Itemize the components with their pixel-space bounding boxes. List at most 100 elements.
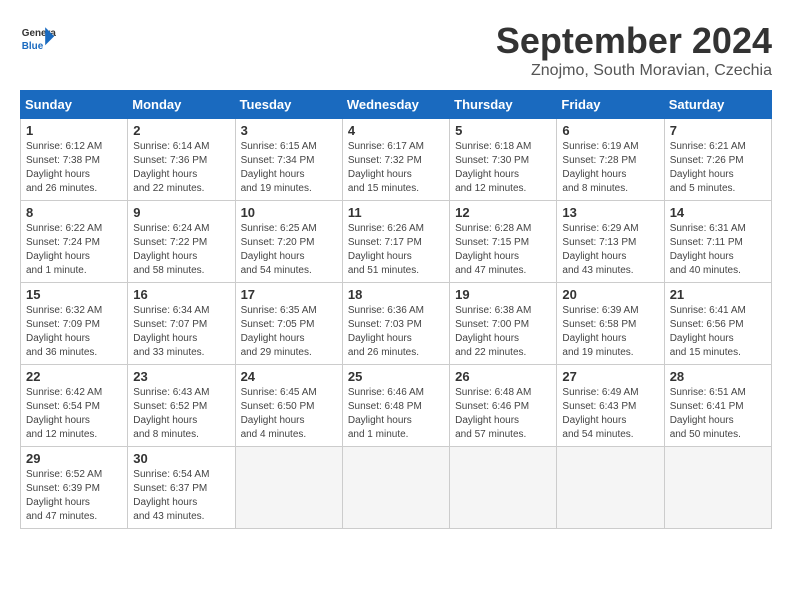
- day-info: Sunrise: 6:26 AM Sunset: 7:17 PM Dayligh…: [348, 222, 444, 278]
- day-number: 29: [26, 451, 122, 466]
- svg-text:Blue: Blue: [22, 41, 44, 52]
- day-number: 18: [348, 287, 444, 302]
- day-number: 24: [241, 369, 337, 384]
- day-info: Sunrise: 6:38 AM Sunset: 7:00 PM Dayligh…: [455, 304, 551, 360]
- calendar-cell: 6 Sunrise: 6:19 AM Sunset: 7:28 PM Dayli…: [557, 119, 664, 201]
- calendar-cell: 4 Sunrise: 6:17 AM Sunset: 7:32 PM Dayli…: [342, 119, 449, 201]
- day-info: Sunrise: 6:39 AM Sunset: 6:58 PM Dayligh…: [562, 304, 658, 360]
- day-info: Sunrise: 6:24 AM Sunset: 7:22 PM Dayligh…: [133, 222, 229, 278]
- calendar-cell: 15 Sunrise: 6:32 AM Sunset: 7:09 PM Dayl…: [21, 283, 128, 365]
- logo: General Blue: [20, 20, 56, 56]
- day-number: 13: [562, 205, 658, 220]
- day-info: Sunrise: 6:48 AM Sunset: 6:46 PM Dayligh…: [455, 386, 551, 442]
- weekday-header-sunday: Sunday: [21, 91, 128, 119]
- day-info: Sunrise: 6:17 AM Sunset: 7:32 PM Dayligh…: [348, 140, 444, 196]
- day-info: Sunrise: 6:54 AM Sunset: 6:37 PM Dayligh…: [133, 468, 229, 524]
- title-block: September 2024 Znojmo, South Moravian, C…: [496, 20, 772, 80]
- day-number: 16: [133, 287, 229, 302]
- day-info: Sunrise: 6:12 AM Sunset: 7:38 PM Dayligh…: [26, 140, 122, 196]
- day-number: 30: [133, 451, 229, 466]
- day-number: 20: [562, 287, 658, 302]
- day-number: 19: [455, 287, 551, 302]
- calendar-cell: [450, 447, 557, 529]
- day-number: 1: [26, 123, 122, 138]
- day-number: 14: [670, 205, 766, 220]
- calendar-cell: 2 Sunrise: 6:14 AM Sunset: 7:36 PM Dayli…: [128, 119, 235, 201]
- day-number: 27: [562, 369, 658, 384]
- day-number: 23: [133, 369, 229, 384]
- day-number: 21: [670, 287, 766, 302]
- calendar-cell: 9 Sunrise: 6:24 AM Sunset: 7:22 PM Dayli…: [128, 201, 235, 283]
- day-info: Sunrise: 6:42 AM Sunset: 6:54 PM Dayligh…: [26, 386, 122, 442]
- day-number: 11: [348, 205, 444, 220]
- weekday-header-friday: Friday: [557, 91, 664, 119]
- calendar-cell: 20 Sunrise: 6:39 AM Sunset: 6:58 PM Dayl…: [557, 283, 664, 365]
- day-info: Sunrise: 6:31 AM Sunset: 7:11 PM Dayligh…: [670, 222, 766, 278]
- calendar-cell: 18 Sunrise: 6:36 AM Sunset: 7:03 PM Dayl…: [342, 283, 449, 365]
- calendar-cell: 19 Sunrise: 6:38 AM Sunset: 7:00 PM Dayl…: [450, 283, 557, 365]
- day-info: Sunrise: 6:46 AM Sunset: 6:48 PM Dayligh…: [348, 386, 444, 442]
- calendar-cell: [664, 447, 771, 529]
- calendar-cell: 25 Sunrise: 6:46 AM Sunset: 6:48 PM Dayl…: [342, 365, 449, 447]
- calendar-cell: 28 Sunrise: 6:51 AM Sunset: 6:41 PM Dayl…: [664, 365, 771, 447]
- day-number: 2: [133, 123, 229, 138]
- calendar-week-row: 8 Sunrise: 6:22 AM Sunset: 7:24 PM Dayli…: [21, 201, 772, 283]
- page-header: General Blue September 2024 Znojmo, Sout…: [20, 20, 772, 80]
- calendar-cell: 16 Sunrise: 6:34 AM Sunset: 7:07 PM Dayl…: [128, 283, 235, 365]
- calendar-cell: 3 Sunrise: 6:15 AM Sunset: 7:34 PM Dayli…: [235, 119, 342, 201]
- day-number: 7: [670, 123, 766, 138]
- day-number: 10: [241, 205, 337, 220]
- calendar-table: SundayMondayTuesdayWednesdayThursdayFrid…: [20, 90, 772, 529]
- calendar-cell: 24 Sunrise: 6:45 AM Sunset: 6:50 PM Dayl…: [235, 365, 342, 447]
- calendar-week-row: 22 Sunrise: 6:42 AM Sunset: 6:54 PM Dayl…: [21, 365, 772, 447]
- weekday-header-monday: Monday: [128, 91, 235, 119]
- calendar-cell: [557, 447, 664, 529]
- day-info: Sunrise: 6:41 AM Sunset: 6:56 PM Dayligh…: [670, 304, 766, 360]
- calendar-header-row: SundayMondayTuesdayWednesdayThursdayFrid…: [21, 91, 772, 119]
- weekday-header-wednesday: Wednesday: [342, 91, 449, 119]
- day-info: Sunrise: 6:35 AM Sunset: 7:05 PM Dayligh…: [241, 304, 337, 360]
- day-info: Sunrise: 6:32 AM Sunset: 7:09 PM Dayligh…: [26, 304, 122, 360]
- calendar-cell: 22 Sunrise: 6:42 AM Sunset: 6:54 PM Dayl…: [21, 365, 128, 447]
- day-number: 9: [133, 205, 229, 220]
- day-info: Sunrise: 6:28 AM Sunset: 7:15 PM Dayligh…: [455, 222, 551, 278]
- calendar-cell: [342, 447, 449, 529]
- month-title: September 2024: [496, 20, 772, 62]
- calendar-cell: 21 Sunrise: 6:41 AM Sunset: 6:56 PM Dayl…: [664, 283, 771, 365]
- day-number: 12: [455, 205, 551, 220]
- day-number: 26: [455, 369, 551, 384]
- day-info: Sunrise: 6:25 AM Sunset: 7:20 PM Dayligh…: [241, 222, 337, 278]
- weekday-header-thursday: Thursday: [450, 91, 557, 119]
- day-info: Sunrise: 6:51 AM Sunset: 6:41 PM Dayligh…: [670, 386, 766, 442]
- day-number: 5: [455, 123, 551, 138]
- calendar-cell: 14 Sunrise: 6:31 AM Sunset: 7:11 PM Dayl…: [664, 201, 771, 283]
- day-number: 17: [241, 287, 337, 302]
- calendar-cell: 17 Sunrise: 6:35 AM Sunset: 7:05 PM Dayl…: [235, 283, 342, 365]
- calendar-cell: 23 Sunrise: 6:43 AM Sunset: 6:52 PM Dayl…: [128, 365, 235, 447]
- day-number: 4: [348, 123, 444, 138]
- day-info: Sunrise: 6:52 AM Sunset: 6:39 PM Dayligh…: [26, 468, 122, 524]
- day-number: 25: [348, 369, 444, 384]
- day-info: Sunrise: 6:36 AM Sunset: 7:03 PM Dayligh…: [348, 304, 444, 360]
- calendar-cell: 13 Sunrise: 6:29 AM Sunset: 7:13 PM Dayl…: [557, 201, 664, 283]
- calendar-cell: 8 Sunrise: 6:22 AM Sunset: 7:24 PM Dayli…: [21, 201, 128, 283]
- day-info: Sunrise: 6:49 AM Sunset: 6:43 PM Dayligh…: [562, 386, 658, 442]
- day-info: Sunrise: 6:14 AM Sunset: 7:36 PM Dayligh…: [133, 140, 229, 196]
- weekday-header-saturday: Saturday: [664, 91, 771, 119]
- calendar-week-row: 15 Sunrise: 6:32 AM Sunset: 7:09 PM Dayl…: [21, 283, 772, 365]
- day-number: 8: [26, 205, 122, 220]
- calendar-cell: 30 Sunrise: 6:54 AM Sunset: 6:37 PM Dayl…: [128, 447, 235, 529]
- day-number: 15: [26, 287, 122, 302]
- day-info: Sunrise: 6:18 AM Sunset: 7:30 PM Dayligh…: [455, 140, 551, 196]
- calendar-cell: 29 Sunrise: 6:52 AM Sunset: 6:39 PM Dayl…: [21, 447, 128, 529]
- calendar-cell: 7 Sunrise: 6:21 AM Sunset: 7:26 PM Dayli…: [664, 119, 771, 201]
- day-number: 22: [26, 369, 122, 384]
- calendar-cell: 12 Sunrise: 6:28 AM Sunset: 7:15 PM Dayl…: [450, 201, 557, 283]
- calendar-cell: [235, 447, 342, 529]
- day-number: 3: [241, 123, 337, 138]
- calendar-cell: 1 Sunrise: 6:12 AM Sunset: 7:38 PM Dayli…: [21, 119, 128, 201]
- day-info: Sunrise: 6:22 AM Sunset: 7:24 PM Dayligh…: [26, 222, 122, 278]
- day-info: Sunrise: 6:34 AM Sunset: 7:07 PM Dayligh…: [133, 304, 229, 360]
- calendar-week-row: 29 Sunrise: 6:52 AM Sunset: 6:39 PM Dayl…: [21, 447, 772, 529]
- calendar-cell: 11 Sunrise: 6:26 AM Sunset: 7:17 PM Dayl…: [342, 201, 449, 283]
